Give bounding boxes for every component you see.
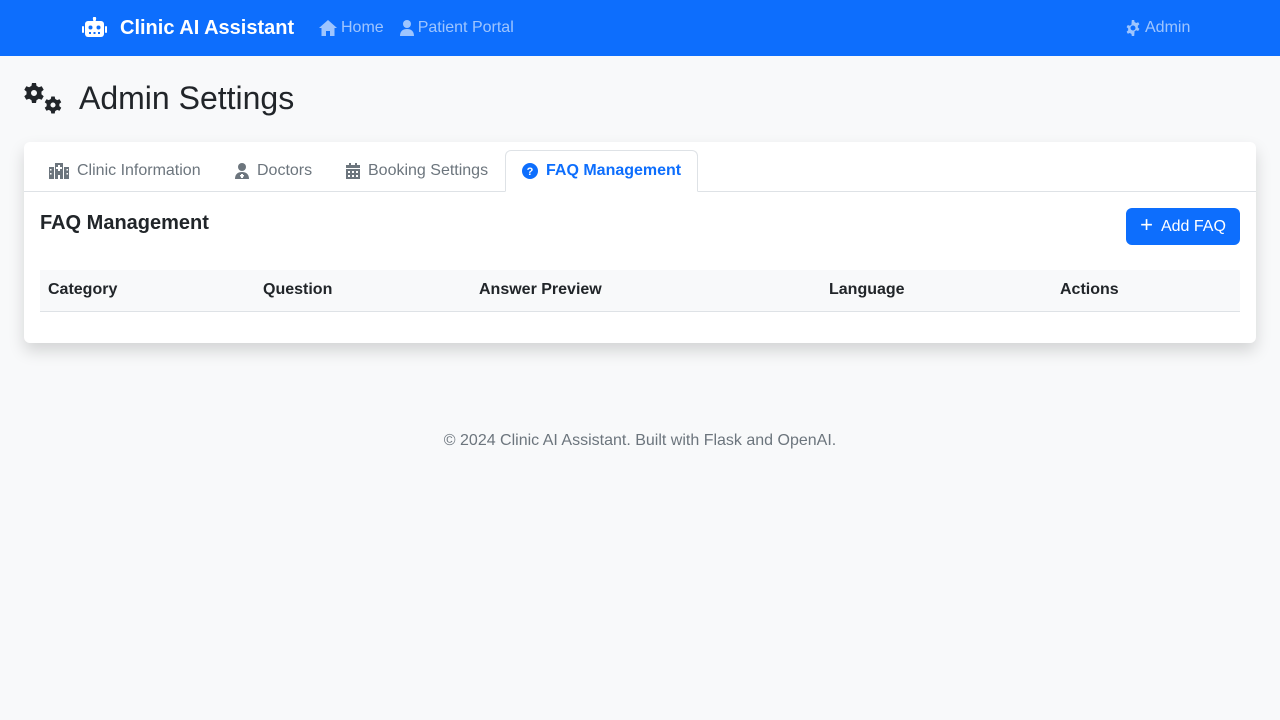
tab-clinic-information-label: Clinic Information	[77, 162, 201, 179]
tab-booking-settings[interactable]: Booking Settings	[330, 150, 504, 192]
nav-admin-label: Admin	[1145, 19, 1191, 36]
calendar-icon	[346, 163, 360, 179]
question-circle-icon: ?	[522, 163, 538, 179]
column-header-language: Language	[821, 270, 1052, 312]
brand-link[interactable]: Clinic AI Assistant	[82, 0, 294, 56]
tab-faq-management[interactable]: ? FAQ Management	[505, 150, 699, 192]
nav-right: Admin	[1125, 0, 1190, 56]
faq-table: Category Question Answer Preview Languag…	[40, 270, 1240, 312]
tab-doctors-label: Doctors	[257, 162, 313, 179]
gear-icon	[1126, 20, 1140, 36]
page-title: Admin Settings	[79, 80, 295, 116]
nav-patient-portal-link[interactable]: Patient Portal	[399, 19, 514, 37]
home-icon	[319, 20, 337, 36]
settings-tabs: Clinic Information Doctors Booking Setti…	[24, 142, 1256, 192]
column-header-category: Category	[40, 270, 255, 312]
nav-home-link[interactable]: Home	[319, 19, 384, 37]
nav-patient-portal-label: Patient Portal	[417, 19, 514, 36]
footer: © 2024 Clinic AI Assistant. Built with F…	[0, 432, 1280, 450]
doctor-icon	[235, 163, 249, 179]
top-navbar: Clinic AI Assistant Home Patient Portal …	[0, 0, 1280, 56]
user-icon	[399, 20, 414, 36]
faq-section-title: FAQ Management	[40, 212, 209, 234]
nav-home-label: Home	[341, 19, 384, 36]
gears-icon	[24, 82, 62, 113]
add-faq-button[interactable]: + Add FAQ	[1126, 208, 1240, 245]
column-header-answer-preview: Answer Preview	[471, 270, 821, 312]
nav-links: Home Patient Portal	[319, 0, 514, 56]
robot-icon	[82, 17, 107, 37]
footer-text: © 2024 Clinic AI Assistant. Built with F…	[443, 432, 837, 449]
column-header-question: Question	[255, 270, 471, 312]
brand-name: Clinic AI Assistant	[120, 16, 295, 39]
svg-text:?: ?	[527, 166, 534, 178]
tab-clinic-information[interactable]: Clinic Information	[33, 150, 217, 192]
column-header-actions: Actions	[1052, 270, 1240, 312]
plus-icon: +	[1140, 212, 1153, 237]
tab-doctors[interactable]: Doctors	[219, 150, 328, 192]
hospital-icon	[49, 163, 69, 179]
tab-booking-settings-label: Booking Settings	[368, 162, 489, 179]
add-faq-label: Add FAQ	[1160, 217, 1226, 235]
settings-card: Clinic Information Doctors Booking Setti…	[24, 142, 1256, 343]
nav-admin-link[interactable]: Admin	[1125, 19, 1190, 37]
tab-faq-management-label: FAQ Management	[546, 162, 682, 179]
page-header: Admin Settings	[24, 80, 294, 117]
faq-table-header-row: Category Question Answer Preview Languag…	[40, 270, 1240, 312]
